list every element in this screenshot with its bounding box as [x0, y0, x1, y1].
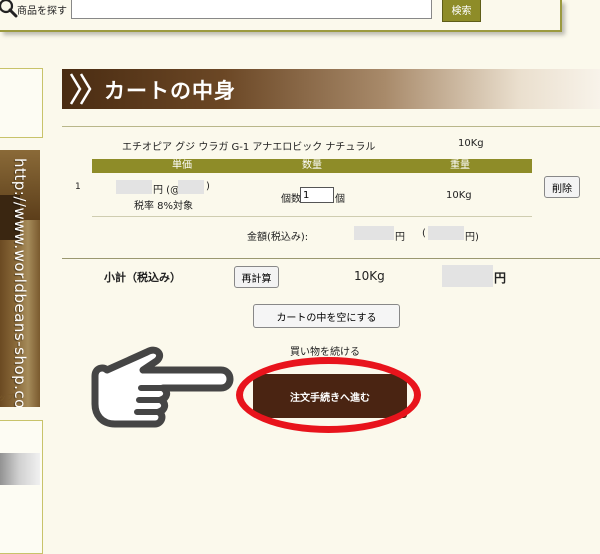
continue-shopping-link[interactable]: 買い物を続ける [290, 343, 360, 358]
item-weight: 10Kg [446, 190, 472, 201]
price-close: ) [206, 181, 210, 192]
amount-paren-open: ( [422, 228, 426, 239]
amount-yen-suffix: 円 [395, 232, 405, 243]
subtotal-yen: 円 [494, 271, 507, 285]
divider-item [92, 216, 532, 217]
quantity-prefix: 個数 [281, 194, 301, 205]
quantity-suffix: 個 [335, 194, 345, 205]
page-title: カートの中身 [104, 79, 236, 103]
column-quantity: 数量 [302, 160, 322, 171]
sidebar-box-bottom [0, 420, 43, 554]
header-search-panel: 商品を探す 検索 [0, 0, 562, 32]
unit-price-redacted [178, 180, 204, 194]
banner-url-text: http://www.worldbeans-shop.com [11, 158, 29, 407]
recalculate-button[interactable]: 再計算 [234, 266, 279, 288]
delete-item-button[interactable]: 削除 [544, 176, 580, 198]
amount-label: 金額(税込み): [247, 232, 309, 243]
amount-yen-suffix-paren: 円) [465, 232, 479, 243]
double-chevron-icon [69, 73, 92, 105]
column-unit-price: 単価 [172, 160, 192, 171]
search-icon [0, 0, 18, 18]
search-button[interactable]: 検索 [442, 0, 481, 22]
empty-cart-button[interactable]: カートの中を空にする [253, 304, 400, 328]
sidebar-box-band [0, 453, 40, 485]
cart-heading-bar: カートの中身 [62, 69, 600, 109]
amount-redacted [354, 226, 394, 240]
subtotal-weight: 10Kg [354, 269, 385, 283]
product-name: エチオピア グジ ウラガ G-1 アナエロビック ナチュラル [122, 142, 376, 153]
banner-fragment-text: ップ [0, 393, 14, 402]
subtotal-redacted [442, 265, 493, 287]
price-suffix: 円 (@ [153, 185, 181, 196]
cart-column-header: 単価 数量 重量 [92, 159, 532, 173]
sidebar-banner[interactable]: http://www.worldbeans-shop.com ップ 豆 より [0, 150, 40, 407]
search-input[interactable] [71, 0, 432, 19]
divider-subtotal [62, 258, 600, 259]
sidebar-box-top [0, 68, 43, 138]
column-weight: 重量 [450, 160, 470, 171]
search-label: 商品を探す [17, 6, 67, 17]
quantity-input[interactable] [300, 187, 334, 203]
amount-excl-redacted [428, 226, 464, 240]
price-redacted [116, 180, 152, 194]
tax-note: 税率 8%対象 [134, 201, 194, 212]
pointing-hand-icon [91, 346, 234, 428]
item-index: 1 [75, 182, 81, 192]
product-weight: 10Kg [458, 138, 484, 149]
checkout-button[interactable]: 注文手続きへ進む [253, 374, 407, 418]
divider-top [62, 126, 600, 127]
subtotal-label: 小計（税込み） [104, 271, 181, 284]
